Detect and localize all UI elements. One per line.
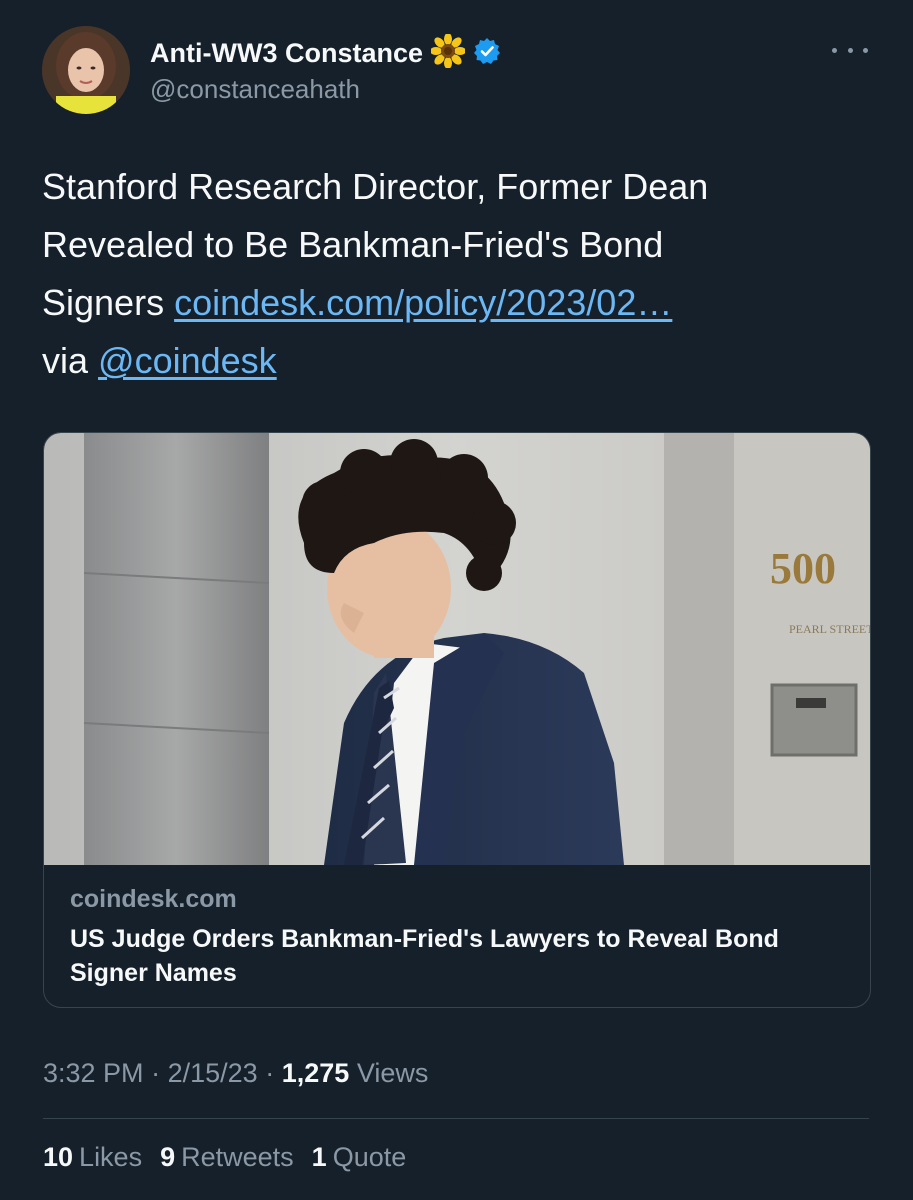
quotes-stat[interactable]: 1 Quote	[312, 1142, 407, 1173]
likes-stat[interactable]: 10 Likes	[43, 1142, 142, 1173]
card-domain: coindesk.com	[70, 885, 237, 913]
views-label: Views	[356, 1058, 429, 1088]
tweet-text: Stanford Research Director, Former Dean …	[42, 158, 872, 390]
retweets-label: Retweets	[181, 1142, 294, 1172]
article-link[interactable]: coindesk.com/policy/2023/02…	[174, 282, 672, 323]
likes-count: 10	[43, 1142, 74, 1172]
tweet-timestamp-row: 3:32 PM · 2/15/23 · 1,275 Views	[43, 1058, 428, 1089]
card-title[interactable]: US Judge Orders Bankman-Fried's Lawyers …	[70, 922, 840, 990]
tweet-text-segment: Signers	[42, 282, 165, 323]
sunflower-icon	[430, 33, 466, 73]
building-street-sign: PEARL STREET	[789, 622, 870, 636]
building-number-sign: 500	[770, 544, 836, 593]
mention-link[interactable]: @coindesk	[98, 340, 277, 381]
separator: ·	[265, 1058, 275, 1088]
verified-badge-icon[interactable]	[473, 37, 501, 70]
more-options-icon[interactable]	[832, 38, 868, 62]
tweet-time[interactable]: 3:32 PM	[43, 1058, 144, 1088]
card-image: 500 PEARL STREET	[44, 433, 870, 865]
tweet-text-line: Stanford Research Director, Former Dean	[42, 166, 709, 207]
divider	[43, 1118, 869, 1119]
quotes-label: Quote	[332, 1142, 407, 1172]
retweets-stat[interactable]: 9 Retweets	[160, 1142, 294, 1173]
tweet-text-line: Revealed to Be Bankman-Fried's Bond	[42, 224, 664, 265]
views-count: 1,275	[281, 1058, 350, 1088]
tweet-text-line: via @coindesk	[42, 332, 872, 390]
card-meta: coindesk.com US Judge Orders Bankman-Fri…	[70, 885, 840, 990]
tweet-text-segment: via	[42, 340, 89, 381]
tweet-text-line: Signers coindesk.com/policy/2023/02…	[42, 274, 872, 332]
separator: ·	[151, 1058, 161, 1088]
author-handle[interactable]: @constanceahath	[150, 74, 360, 105]
likes-label: Likes	[79, 1142, 143, 1172]
avatar[interactable]	[42, 26, 130, 114]
author-name-row: Anti-WW3 Constance	[150, 33, 501, 73]
author-display-name[interactable]: Anti-WW3 Constance	[150, 38, 423, 69]
engagement-stats: 10 Likes 9 Retweets 1 Quote	[43, 1142, 406, 1173]
tweet-date[interactable]: 2/15/23	[168, 1058, 258, 1088]
retweets-count: 9	[160, 1142, 176, 1172]
link-preview-card[interactable]: 500 PEARL STREET coindesk.com US Judge O…	[43, 432, 871, 1008]
quotes-count: 1	[311, 1142, 327, 1172]
